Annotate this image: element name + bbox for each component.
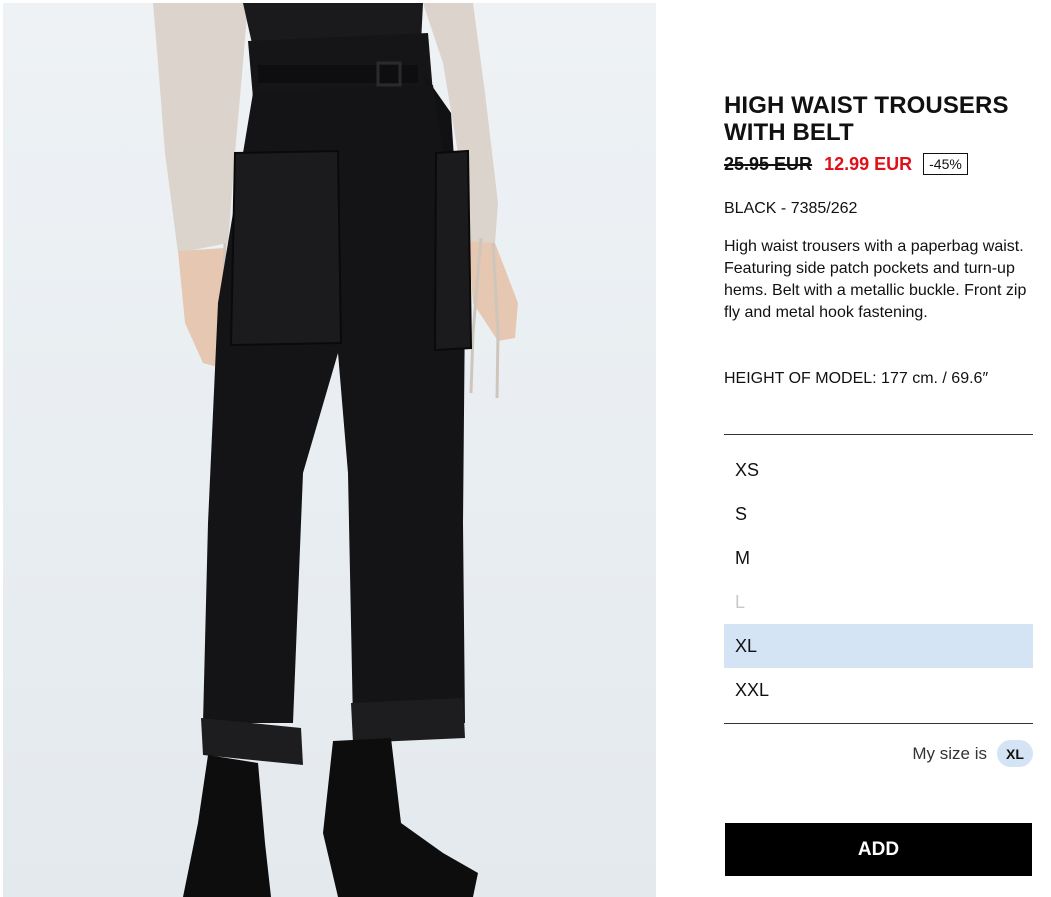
sale-price: 12.99 EUR [824, 153, 913, 174]
product-details-panel: HIGH WAIST TROUSERS WITH BELT 25.95 EUR … [724, 0, 1033, 897]
price-row: 25.95 EUR 12.99 EUR -45% [724, 152, 968, 176]
model-trousers-image [153, 3, 518, 897]
my-size-pill[interactable]: XL [997, 740, 1033, 767]
product-title: HIGH WAIST TROUSERS WITH BELT [724, 92, 1009, 146]
size-option-xxl[interactable]: XXL [724, 668, 1033, 712]
size-option-xs[interactable]: XS [724, 448, 1033, 492]
product-description: High waist trousers with a paperbag wais… [724, 238, 1027, 321]
original-price: 25.95 EUR [724, 153, 813, 174]
discount-badge: -45% [923, 153, 968, 175]
size-option-l: L [735, 592, 746, 612]
add-to-cart-button[interactable]: ADD [725, 823, 1032, 876]
size-option-m[interactable]: M [724, 536, 1033, 580]
size-option-s[interactable]: S [724, 492, 1033, 536]
product-photo[interactable] [3, 3, 656, 897]
size-list: XS S M L XL XXL [724, 434, 1033, 724]
color-reference: BLACK - 7385/262 [724, 200, 858, 217]
model-height: HEIGHT OF MODEL: 177 cm. / 69.6″ [724, 370, 989, 387]
my-size-label: My size is [912, 743, 987, 763]
my-size-indicator: My size is XL [912, 740, 1033, 767]
size-option-xl[interactable]: XL [724, 624, 1033, 668]
